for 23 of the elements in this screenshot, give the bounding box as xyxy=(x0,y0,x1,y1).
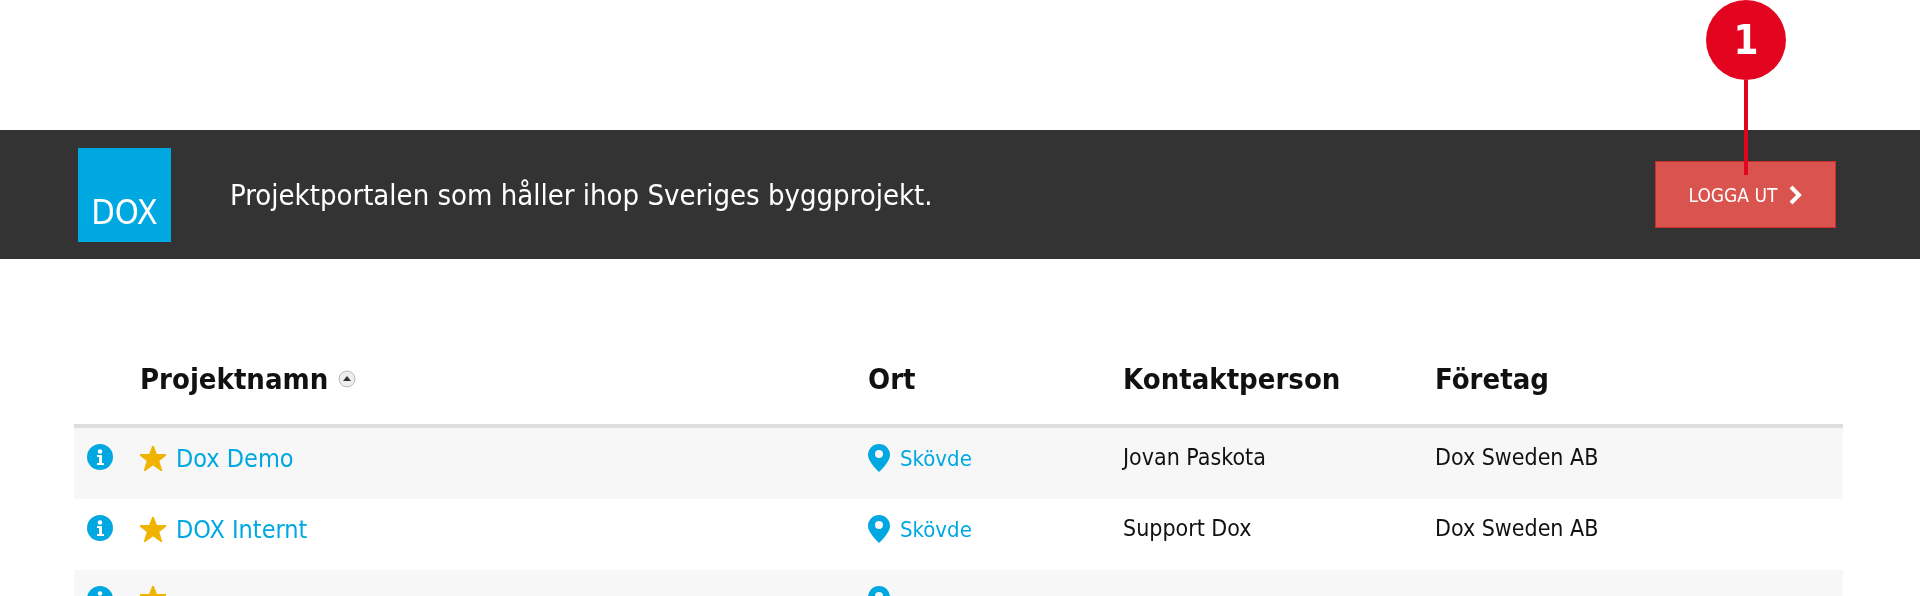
column-header[interactable]: Företag xyxy=(1435,362,1549,396)
company-name: Dox Sweden AB xyxy=(1435,444,1599,470)
logout-button[interactable]: LOGGA UT xyxy=(1655,161,1836,228)
star-icon[interactable] xyxy=(140,446,166,471)
project-link[interactable]: DOX Internt xyxy=(176,515,308,544)
info-icon[interactable] xyxy=(87,444,113,470)
city-link[interactable]: Skövde xyxy=(900,445,972,471)
star-icon[interactable] xyxy=(140,517,166,542)
chevron-icon xyxy=(1789,184,1803,205)
map-pin-icon xyxy=(868,515,890,543)
column-header[interactable]: Kontaktperson xyxy=(1123,362,1341,396)
contact-name: Jovan Paskota xyxy=(1123,444,1266,470)
company-name: Dox Sweden AB xyxy=(1435,515,1599,541)
column-header[interactable]: Ort xyxy=(868,362,916,396)
column-header[interactable]: Projektnamn xyxy=(140,362,357,396)
logo: DOX xyxy=(78,147,171,242)
info-icon[interactable] xyxy=(87,515,113,541)
map-pin-icon xyxy=(868,444,890,472)
callout-badge: 1 xyxy=(1706,0,1786,80)
contact-name: Support Dox xyxy=(1123,515,1252,541)
city-link[interactable]: Skövde xyxy=(900,516,972,542)
tagline: Projektportalen som håller ihop Sveriges byggprojekt. xyxy=(230,177,934,212)
project-link[interactable]: Dox Demo xyxy=(176,444,294,473)
